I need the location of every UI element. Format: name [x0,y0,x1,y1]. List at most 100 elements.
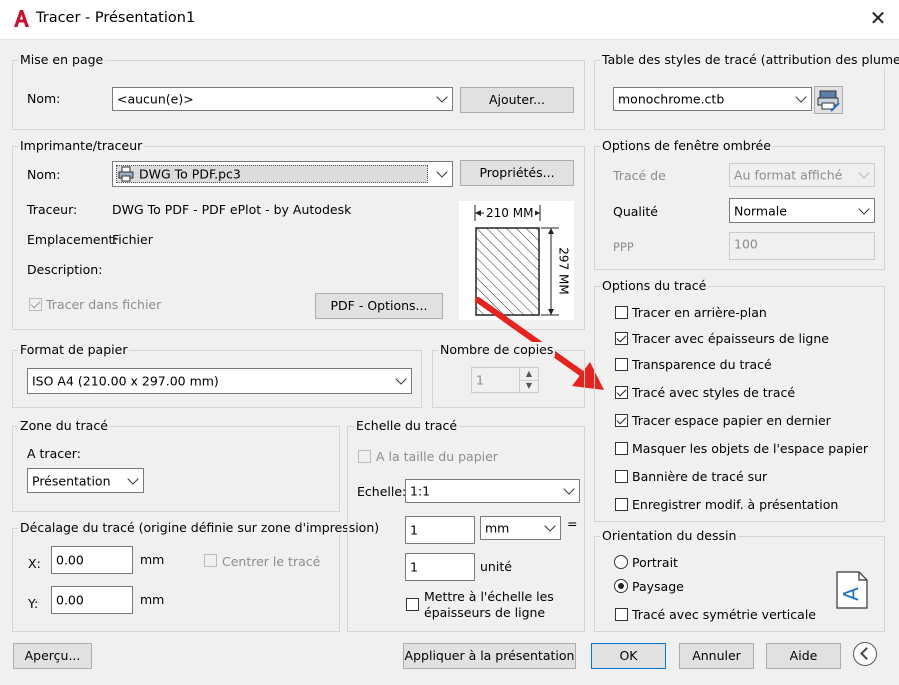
x-input[interactable]: 0.00 [51,546,133,574]
centrer-label: Centrer le tracé [222,554,321,569]
epaisseurs-ligne-label: Tracer avec épaisseurs de ligne [632,331,829,346]
taille-papier-label: A la taille du papier [376,449,498,464]
style-editor-icon [817,90,840,112]
symetrie-checkbox[interactable] [615,608,628,621]
format-papier-select[interactable]: ISO A4 (210.00 x 297.00 mm) [27,368,412,394]
x-value: 0.00 [56,552,84,568]
echelle-val1-input[interactable]: 1 [405,516,475,544]
portrait-radio[interactable] [614,555,628,569]
ppp-label: PPP [613,240,634,254]
printer-icon [118,166,134,182]
echelle-select[interactable]: 1:1 [405,479,580,503]
y-unit: mm [140,592,165,607]
traceur-value: DWG To PDF - PDF ePlot - by Autodesk [112,202,352,217]
zone-value: Présentation [32,473,111,488]
appliquer-button[interactable]: Appliquer à la présentation [403,643,576,669]
chevron-down-icon [858,202,870,215]
qualite-label: Qualité [613,204,658,219]
unit-select[interactable]: mm [480,516,561,540]
table-styles-select[interactable]: monochrome.ctb [613,87,812,111]
echelle-val2-input[interactable]: 1 [405,553,475,581]
description-label: Description: [27,262,103,277]
tracer-fichier-checkbox[interactable] [29,298,42,311]
close-icon[interactable]: ✕ [866,6,890,30]
emplacement-label: Emplacement: [27,232,118,247]
decalage-label: Décalage du tracé (origine définie sur z… [18,520,382,535]
svg-text:A: A [839,587,863,601]
echelle-val2: 1 [410,559,418,575]
tracer-fichier-label: Tracer dans fichier [46,297,162,312]
paysage-radio[interactable] [614,579,628,593]
chevron-down-icon [858,167,870,179]
decalage-group [12,528,340,632]
arriere-plan-label: Tracer en arrière-plan [632,305,767,320]
spin-down-icon[interactable]: ▼ [519,380,538,392]
trace-de-select[interactable]: Au format affiché [729,163,875,187]
ppp-input[interactable]: 100 [729,232,875,260]
qualite-select[interactable]: Normale [729,198,875,223]
pdf-options-button[interactable]: PDF - Options... [315,293,443,319]
annuler-button[interactable]: Annuler [679,643,754,669]
transparence-checkbox[interactable] [615,358,628,371]
chevron-down-icon [544,520,556,532]
ppp-value: 100 [734,236,758,252]
mettre-echelle-checkbox[interactable] [406,598,419,611]
mise-en-page-select[interactable]: <aucun(e)> [112,87,453,111]
masquer-objets-label: Masquer les objets de l'espace papier [632,441,869,456]
y-value: 0.00 [56,592,84,608]
imprimante-nom-label: Nom: [27,167,61,182]
paper-width-label: 210 MM [484,206,536,220]
imprimante-select[interactable]: DWG To PDF.pc3 [112,161,453,187]
mettre-echelle-line1: Mettre à l'échelle les [424,589,554,604]
apercu-button[interactable]: Aperçu... [13,643,92,669]
echelle-value: 1:1 [410,483,431,499]
y-label: Y: [28,596,39,611]
zone-select[interactable]: Présentation [27,468,144,493]
imprimante-value: DWG To PDF.pc3 [139,166,241,182]
zone-label: Zone du tracé [18,418,110,433]
masquer-objets-checkbox[interactable] [615,442,628,455]
ajouter-button[interactable]: Ajouter... [460,87,574,113]
options-trace-group [594,286,885,522]
enregistrer-modif-checkbox[interactable] [615,498,628,511]
chevron-down-icon [395,373,407,385]
copies-value: 1 [476,372,484,388]
mise-en-page-value: <aucun(e)> [117,91,194,107]
equals-sign: = [567,516,578,531]
taille-papier-checkbox[interactable] [358,450,371,463]
landscape-orientation-icon: A [836,571,868,609]
epaisseurs-ligne-checkbox[interactable] [615,332,628,345]
banniere-checkbox[interactable] [615,470,628,483]
a-tracer-label: A tracer: [27,446,81,461]
table-styles-value: monochrome.ctb [618,91,725,107]
imprimante-label: Imprimante/traceur [18,138,145,153]
collapse-options-button[interactable] [853,642,877,666]
chevron-down-icon [436,166,448,178]
trace-de-value: Au format affiché [734,167,843,183]
mettre-echelle-line2: épaisseurs de ligne [424,605,546,620]
proprietes-button[interactable]: Propriétés... [460,160,574,186]
qualite-value: Normale [734,203,787,218]
copies-spinner[interactable]: 1 ▲ ▼ [471,367,539,393]
trace-de-label: Tracé de [613,168,666,183]
orientation-label: Orientation du dessin [600,528,739,543]
unit1-value: mm [485,520,510,536]
mettre-echelle-label: Mettre à l'échelle les épaisseurs de lig… [424,589,554,621]
symetrie-label: Tracé avec symétrie verticale [632,607,816,622]
paper-height-label: 297 MM [556,245,571,297]
x-label: X: [28,556,41,571]
ok-button[interactable]: OK [591,643,666,669]
styles-trace-checkbox[interactable] [615,386,628,399]
y-input[interactable]: 0.00 [51,586,133,614]
espace-papier-dernier-checkbox[interactable] [615,414,628,427]
traceur-label: Traceur: [27,202,78,217]
format-papier-value: ISO A4 (210.00 x 297.00 mm) [32,373,219,389]
paysage-label: Paysage [632,579,684,594]
x-unit: mm [140,552,165,567]
centrer-checkbox[interactable] [204,554,217,567]
edit-style-button[interactable] [814,86,843,114]
table-styles-label: Table des styles de tracé (attribution d… [600,52,899,67]
aide-button[interactable]: Aide [766,643,841,669]
arriere-plan-checkbox[interactable] [615,306,628,319]
styles-trace-label: Tracé avec styles de tracé [632,385,796,400]
